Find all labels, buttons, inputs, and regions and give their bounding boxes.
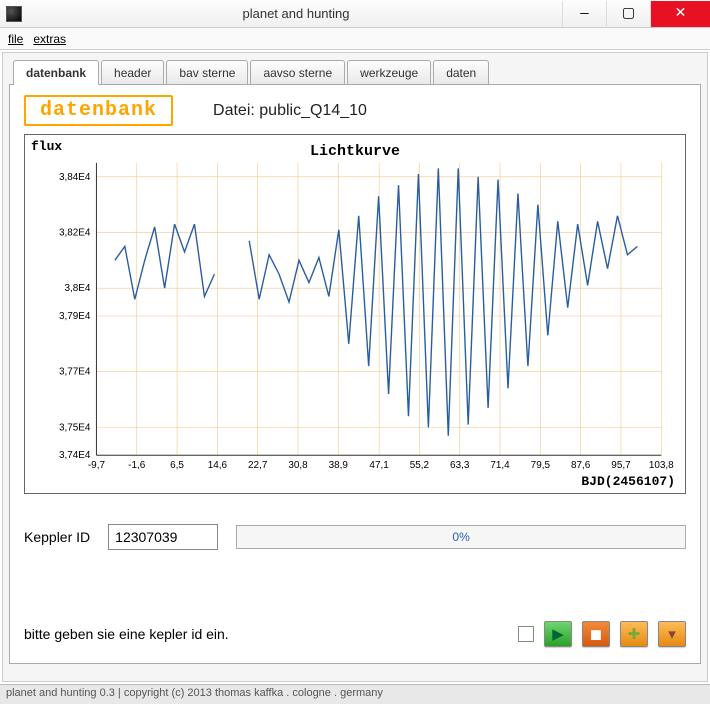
svg-text:3,8E4: 3,8E4 <box>64 283 90 294</box>
tab-panel-datenbank: datenbank Datei: public_Q14_10 flux Lich… <box>9 84 701 664</box>
svg-text:55,2: 55,2 <box>410 460 430 471</box>
chart-ylabel: flux <box>31 139 62 154</box>
lightcurve-chart: flux Lichtkurve BJD(2456107) -9,7 -1,6 6,5… <box>24 134 686 494</box>
stop-icon: ◼ <box>590 625 602 643</box>
svg-text:3,84E4: 3,84E4 <box>59 172 91 183</box>
svg-text:3,74E4: 3,74E4 <box>59 450 91 461</box>
play-button[interactable]: ▶ <box>544 621 572 647</box>
svg-text:22,7: 22,7 <box>248 460 268 471</box>
svg-text:103,8: 103,8 <box>649 460 674 471</box>
progress-bar: 0% <box>236 525 686 549</box>
tab-werkzeuge[interactable]: werkzeuge <box>347 60 431 85</box>
svg-text:30,8: 30,8 <box>288 460 308 471</box>
svg-text:14,6: 14,6 <box>208 460 228 471</box>
progress-text: 0% <box>452 530 469 544</box>
app-icon <box>6 6 22 22</box>
svg-text:6,5: 6,5 <box>170 460 184 471</box>
menu-file[interactable]: file <box>8 32 23 46</box>
tab-daten[interactable]: daten <box>433 60 489 85</box>
tab-bav-sterne[interactable]: bav sterne <box>166 60 248 85</box>
minimize-button[interactable]: — <box>562 1 606 27</box>
svg-text:71,4: 71,4 <box>490 460 510 471</box>
chart-xlabel: BJD(2456107) <box>581 474 675 489</box>
window-title: planet and hunting <box>30 6 562 21</box>
hint-text: bitte geben sie eine kepler id ein. <box>24 626 508 642</box>
svg-text:79,5: 79,5 <box>531 460 551 471</box>
filter-button[interactable]: ▾ <box>658 621 686 647</box>
svg-text:-9,7: -9,7 <box>88 460 106 471</box>
status-bar: planet and hunting 0.3 | copyright (c) 2… <box>0 684 710 704</box>
checkbox-option[interactable] <box>518 626 534 642</box>
maximize-button[interactable]: ▢ <box>606 1 650 27</box>
panel-logo: datenbank <box>24 95 173 126</box>
svg-text:3,79E4: 3,79E4 <box>59 311 91 322</box>
keppler-label: Keppler ID <box>24 529 90 545</box>
window-titlebar: planet and hunting — ▢ ✕ <box>0 0 710 28</box>
svg-text:-1,6: -1,6 <box>128 460 146 471</box>
tab-datenbank[interactable]: datenbank <box>13 60 99 85</box>
keppler-row: Keppler ID 0% <box>24 524 686 550</box>
chart-title: Lichtkurve <box>310 143 400 160</box>
add-button[interactable]: ✚ <box>620 621 648 647</box>
svg-text:3,82E4: 3,82E4 <box>59 227 91 238</box>
menu-extras[interactable]: extras <box>33 32 66 46</box>
plus-icon: ✚ <box>628 625 641 643</box>
main-area: datenbank header bav sterne aavso sterne… <box>2 52 708 682</box>
tab-aavso-sterne[interactable]: aavso sterne <box>250 60 345 85</box>
chart-svg: -9,7 -1,6 6,5 14,6 22,7 30,8 38,9 47,1 55,2 63,3 7… <box>25 135 685 493</box>
tab-strip: datenbank header bav sterne aavso sterne… <box>13 59 701 84</box>
menu-bar: file extras <box>0 28 710 50</box>
svg-text:47,1: 47,1 <box>369 460 389 471</box>
stop-button[interactable]: ◼ <box>582 621 610 647</box>
tab-header[interactable]: header <box>101 60 164 85</box>
play-icon: ▶ <box>552 625 564 643</box>
file-label: Datei: public_Q14_10 <box>213 102 367 120</box>
close-button[interactable]: ✕ <box>650 1 710 27</box>
svg-text:95,7: 95,7 <box>611 460 631 471</box>
svg-text:3,77E4: 3,77E4 <box>59 367 91 378</box>
funnel-icon: ▾ <box>668 625 676 643</box>
svg-text:63,3: 63,3 <box>450 460 470 471</box>
svg-text:87,6: 87,6 <box>571 460 591 471</box>
keppler-input[interactable] <box>108 524 218 550</box>
svg-text:3,75E4: 3,75E4 <box>59 422 91 433</box>
svg-text:38,9: 38,9 <box>329 460 349 471</box>
bottom-toolbar: bitte geben sie eine kepler id ein. ▶ ◼ … <box>24 621 686 647</box>
